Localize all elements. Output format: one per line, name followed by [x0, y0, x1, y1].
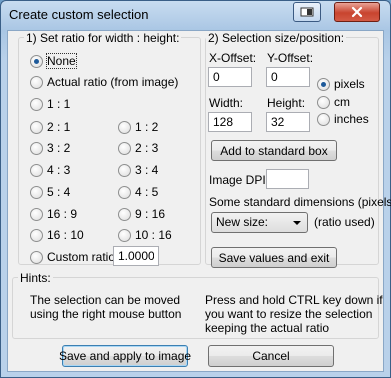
ratio-16-10-radio[interactable]: 16 : 10 — [30, 228, 84, 242]
ratio-4-5-radio[interactable]: 4 : 5 — [118, 185, 158, 199]
height-input[interactable] — [266, 112, 310, 132]
custom-ratio-input[interactable] — [113, 246, 159, 266]
ratio-1-1-radio[interactable]: 1 : 1 — [30, 97, 70, 111]
restore-button[interactable] — [293, 2, 321, 22]
y-offset-input[interactable] — [266, 67, 310, 87]
save-values-and-exit-button[interactable]: Save values and exit — [211, 247, 337, 268]
dialog-client-area: 1) Set ratio for width : height: None Ac… — [7, 30, 391, 372]
ratio-custom-radio[interactable]: Custom ratio: — [30, 250, 118, 264]
hint-resize-text: Press and hold CTRL key down if you want… — [205, 293, 383, 335]
ratio-group-title: 1) Set ratio for width : height: — [24, 31, 182, 45]
image-dpi-input[interactable] — [266, 169, 309, 189]
chevron-down-icon — [293, 221, 301, 225]
unit-cm-radio[interactable]: cm — [317, 95, 350, 109]
ratio-16-9-radio[interactable]: 16 : 9 — [30, 207, 77, 221]
ratio-1-2-radio[interactable]: 1 : 2 — [118, 120, 158, 134]
ratio-used-label: (ratio used) — [314, 215, 375, 229]
title-bar[interactable]: Create custom selection — [1, 1, 390, 29]
restore-icon — [300, 7, 314, 17]
ratio-2-1-radio[interactable]: 2 : 1 — [30, 120, 70, 134]
add-to-standard-box-button[interactable]: Add to standard box — [211, 140, 337, 161]
y-offset-label: Y-Offset: — [267, 51, 314, 65]
hint-move-text: The selection can be moved using the rig… — [30, 293, 182, 321]
window-title: Create custom selection — [9, 7, 149, 22]
radio-selected-indicator — [30, 54, 43, 68]
height-label: Height: — [267, 96, 306, 110]
unit-pixels-radio[interactable]: pixels — [317, 77, 365, 91]
close-button[interactable] — [334, 2, 380, 22]
image-dpi-label: Image DPI: — [209, 173, 270, 187]
ratio-10-16-radio[interactable]: 10 : 16 — [118, 228, 172, 242]
save-and-apply-button[interactable]: Save and apply to image — [59, 345, 191, 367]
ratio-9-16-radio[interactable]: 9 : 16 — [118, 207, 165, 221]
ratio-actual-radio[interactable]: Actual ratio (from image) — [30, 75, 178, 89]
ratio-2-3-radio[interactable]: 2 : 3 — [118, 141, 158, 155]
ratio-none-radio[interactable]: None — [30, 53, 77, 69]
ratio-4-3-radio[interactable]: 4 : 3 — [30, 163, 70, 177]
ratio-3-4-radio[interactable]: 3 : 4 — [118, 163, 158, 177]
ratio-5-4-radio[interactable]: 5 : 4 — [30, 185, 70, 199]
size-group-title: 2) Selection size/position: — [206, 31, 347, 45]
width-label: Width: — [209, 96, 244, 110]
hints-title: Hints: — [18, 271, 53, 285]
width-input[interactable] — [208, 112, 252, 132]
dialog-window: Create custom selection 1) Set ratio for… — [0, 0, 391, 378]
standard-dimensions-label: Some standard dimensions (pixels): — [209, 195, 391, 209]
close-icon — [351, 6, 363, 18]
x-offset-label: X-Offset: — [209, 51, 257, 65]
standard-dimensions-select[interactable]: New size: — [211, 212, 308, 233]
cancel-button[interactable]: Cancel — [208, 345, 334, 367]
x-offset-input[interactable] — [208, 67, 252, 87]
ratio-3-2-radio[interactable]: 3 : 2 — [30, 141, 70, 155]
unit-inches-radio[interactable]: inches — [317, 112, 369, 126]
